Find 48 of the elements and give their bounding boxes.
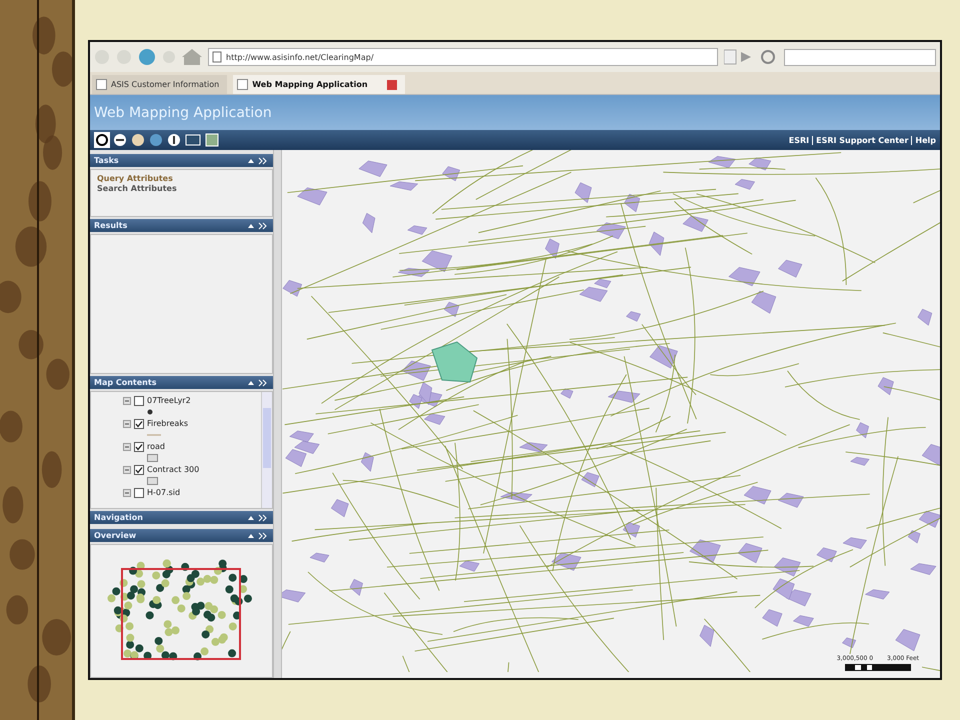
collapse-icons[interactable] [247, 156, 269, 164]
legend-point-icon [147, 409, 153, 415]
page-icon [96, 79, 107, 90]
layer-checkbox[interactable] [134, 396, 144, 406]
layer-checkbox[interactable] [134, 464, 144, 474]
layer-name: Firebreaks [147, 419, 188, 428]
expand-icon[interactable] [123, 396, 131, 404]
search-field[interactable] [784, 48, 936, 66]
header-link[interactable]: ESRI Support Center [812, 136, 908, 144]
header-link[interactable]: ESRI [788, 136, 810, 144]
panel-header[interactable]: Overview [90, 529, 273, 542]
browser-tab[interactable]: Web Mapping Application [233, 75, 406, 94]
task-link[interactable]: Search Attributes [97, 184, 177, 193]
layer-name: H-07.sid [147, 488, 180, 497]
scrollbar[interactable] [261, 392, 272, 508]
scale-bar-icon [844, 664, 911, 671]
browser-tab[interactable]: ASIS Customer Information [92, 75, 228, 94]
header-link[interactable]: Help [911, 136, 936, 144]
layer-checkbox[interactable] [134, 442, 144, 452]
address-field[interactable]: http://www.asisinfo.net/ClearingMap/ [208, 48, 718, 66]
tab-label: Web Mapping Application [252, 80, 369, 89]
layer-checkbox[interactable] [134, 418, 144, 428]
legend-fill-icon [147, 454, 158, 462]
task-link[interactable]: Query Attributes [97, 174, 173, 183]
page-icon [212, 51, 222, 63]
panel-header[interactable]: Tasks [90, 154, 273, 167]
collapse-icons[interactable] [247, 222, 269, 230]
page-icon [237, 79, 248, 90]
expand-icon[interactable] [123, 442, 131, 450]
expand-icon[interactable] [123, 488, 131, 496]
legend-fill-icon [147, 477, 158, 485]
layer-name: road [147, 442, 165, 451]
collapse-icons[interactable] [247, 532, 269, 540]
expand-icon[interactable] [123, 420, 131, 428]
collapse-icons[interactable] [247, 514, 269, 522]
layer-name: Contract 300 [147, 465, 200, 474]
tab-label: ASIS Customer Information [111, 80, 220, 89]
panel-header[interactable]: Navigation [90, 511, 273, 524]
search-engine-icon[interactable] [760, 49, 778, 65]
app-title: Web Mapping Application [94, 104, 272, 120]
expand-icon[interactable] [123, 466, 131, 474]
layer-checkbox[interactable] [134, 488, 144, 498]
collapse-icons[interactable] [247, 378, 269, 386]
panel-header[interactable]: Results [90, 219, 273, 232]
close-icon[interactable] [387, 80, 398, 90]
panel-header[interactable]: Map Contents [90, 376, 273, 389]
layer-name: 07TreeLyr2 [147, 396, 191, 405]
legend-line-icon [147, 433, 161, 437]
